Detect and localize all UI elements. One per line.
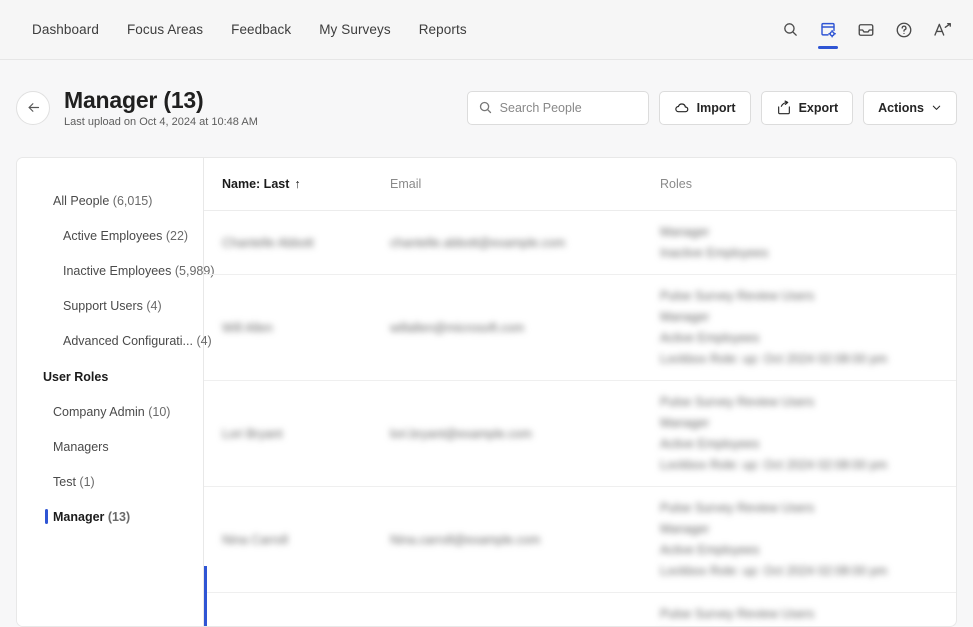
nav-link-feedback[interactable]: Feedback <box>217 16 305 43</box>
nav-link-dashboard[interactable]: Dashboard <box>18 16 113 43</box>
cell-roles: Pulse Survey Review Users Manager Active… <box>660 289 938 366</box>
page-title: Manager (13) <box>64 86 204 113</box>
sidebar-item-count: (4) <box>146 299 162 313</box>
sidebar-item-count: (1) <box>79 475 95 489</box>
text-size-icon[interactable] <box>925 11 959 49</box>
sidebar-heading-user-roles: User Roles <box>43 370 109 384</box>
people-card: All People (6,015) Active Employees (22)… <box>16 157 957 627</box>
last-upload-text: Last upload on Oct 4, 2024 at 10:48 AM <box>64 116 258 129</box>
cell-email: willallen@microsoft.com <box>390 320 525 335</box>
sidebar-item-label: Active Employees <box>63 229 163 243</box>
role-item: Lockbox Role: up: Oct 2024 02:08:00 pm <box>660 352 888 366</box>
sidebar-item-label: Test <box>53 475 76 489</box>
cell-name: Will Allen <box>222 320 273 335</box>
role-item: Lockbox Role: up: Oct 2024 02:08:00 pm <box>660 564 888 578</box>
title-block: Manager (13) Last upload on Oct 4, 2024 … <box>64 87 258 128</box>
column-header-label: Name: Last <box>222 177 290 191</box>
column-header-name-last[interactable]: Name: Last ↑ <box>222 177 390 191</box>
page-header: Manager (13) Last upload on Oct 4, 2024 … <box>0 60 973 155</box>
sidebar-item-manager[interactable]: Manager (13) <box>17 500 203 535</box>
cell-email: Nina.carroll@example.com <box>390 532 541 547</box>
cloud-icon <box>674 100 690 116</box>
cell-name: Nina Carroll <box>222 532 288 547</box>
sidebar-item-count: (6,015) <box>112 194 153 208</box>
search-people-box[interactable] <box>466 90 649 125</box>
back-button[interactable] <box>16 90 50 125</box>
people-table: Name: Last ↑ Email Roles Chantelle Abbot… <box>204 158 956 626</box>
help-circle-icon[interactable] <box>887 11 921 49</box>
search-input[interactable] <box>499 100 638 115</box>
admin-settings-icon[interactable] <box>811 11 845 49</box>
nav-link-focus-areas[interactable]: Focus Areas <box>113 16 217 43</box>
search-icon[interactable] <box>773 11 807 49</box>
table-row[interactable]: Chantelle Abbott chantelle.abbott@exampl… <box>204 211 956 275</box>
role-item: Pulse Survey Review Users <box>660 289 815 303</box>
sort-ascending-icon: ↑ <box>294 177 301 191</box>
sidebar-item-managers[interactable]: Managers <box>17 430 203 465</box>
table-row[interactable]: Will Allen willallen@microsoft.com Pulse… <box>204 275 956 381</box>
table-header-row: Name: Last ↑ Email Roles <box>204 158 956 211</box>
role-item: Lockbox Role: up: Oct 2024 02:08:00 pm <box>660 458 888 472</box>
cell-email: chantelle.abbott@example.com <box>390 235 566 250</box>
import-button[interactable]: Import <box>658 90 751 125</box>
sidebar-item-label: Support Users <box>63 299 143 313</box>
cell-roles: Manager Inactive Employees <box>660 225 938 260</box>
search-icon <box>478 100 493 115</box>
role-item: Active Employees <box>660 331 760 345</box>
active-row-indicator <box>204 566 207 626</box>
chevron-down-icon <box>931 102 942 113</box>
header-actions: Import Export Actions <box>466 90 957 125</box>
sidebar-item-company-admin[interactable]: Company Admin (10) <box>17 395 203 430</box>
sidebar-item-label: All People <box>53 194 110 208</box>
sidebar-item-label: Company Admin <box>53 405 145 419</box>
role-item: Manager <box>660 225 710 239</box>
top-navigation-bar: Dashboard Focus Areas Feedback My Survey… <box>0 0 973 60</box>
role-item: Pulse Survey Review Users <box>660 607 815 621</box>
sidebar-item-label: Managers <box>53 440 109 454</box>
cell-email: lori.bryant@example.com <box>390 426 532 441</box>
sidebar-item-count: (13) <box>107 510 131 524</box>
role-item: Pulse Survey Review Users <box>660 501 815 515</box>
sidebar-item-advanced-configuration[interactable]: Advanced Configurati... (4) <box>17 324 212 359</box>
sidebar-item-active-employees[interactable]: Active Employees (22) <box>17 219 203 254</box>
table-row[interactable]: Lori Bryant lori.bryant@example.com Puls… <box>204 381 956 487</box>
sidebar-item-support-users[interactable]: Support Users (4) <box>17 289 203 324</box>
cell-name: Chantelle Abbott <box>222 235 314 250</box>
role-item: Pulse Survey Review Users <box>660 395 815 409</box>
sidebar-item-count: (22) <box>165 229 189 243</box>
cell-roles: Pulse Survey Review Users Manager Active… <box>660 395 938 472</box>
actions-dropdown-button[interactable]: Actions <box>863 90 957 125</box>
column-header-email[interactable]: Email <box>390 177 660 191</box>
cell-name: Lori Bryant <box>222 426 283 441</box>
inbox-icon[interactable] <box>849 11 883 49</box>
export-button[interactable]: Export <box>760 90 854 125</box>
role-item: Manager <box>660 522 710 536</box>
actions-label: Actions <box>878 100 924 115</box>
share-export-icon <box>776 100 792 116</box>
sidebar-item-inactive-employees[interactable]: Inactive Employees (5,989) <box>17 254 214 289</box>
role-item: Manager <box>660 310 710 324</box>
table-row[interactable]: Nina Carroll Nina.carroll@example.com Pu… <box>204 487 956 593</box>
sidebar-item-count: (10) <box>148 405 171 419</box>
role-item: Active Employees <box>660 543 760 557</box>
role-item: Manager <box>660 416 710 430</box>
sidebar-item-test[interactable]: Test (1) <box>17 465 203 500</box>
nav-link-reports[interactable]: Reports <box>405 16 481 43</box>
sidebar-item-all-people[interactable]: All People (6,015) <box>17 184 203 219</box>
role-item: Active Employees <box>660 437 760 451</box>
cell-roles: Pulse Survey Review Users Manager Active… <box>660 501 938 578</box>
sidebar-item-label: Manager <box>53 510 105 524</box>
export-label: Export <box>798 100 839 115</box>
role-item: Inactive Employees <box>660 246 769 260</box>
column-header-roles[interactable]: Roles <box>660 177 938 191</box>
import-label: Import <box>696 100 736 115</box>
nav-icon-group <box>769 11 973 49</box>
nav-link-my-surveys[interactable]: My Surveys <box>305 16 405 43</box>
nav-links: Dashboard Focus Areas Feedback My Survey… <box>18 16 481 43</box>
sidebar-item-label: Advanced Configurati... <box>63 334 193 348</box>
filters-sidebar: All People (6,015) Active Employees (22)… <box>17 158 214 626</box>
sidebar-item-label: Inactive Employees <box>63 264 172 278</box>
